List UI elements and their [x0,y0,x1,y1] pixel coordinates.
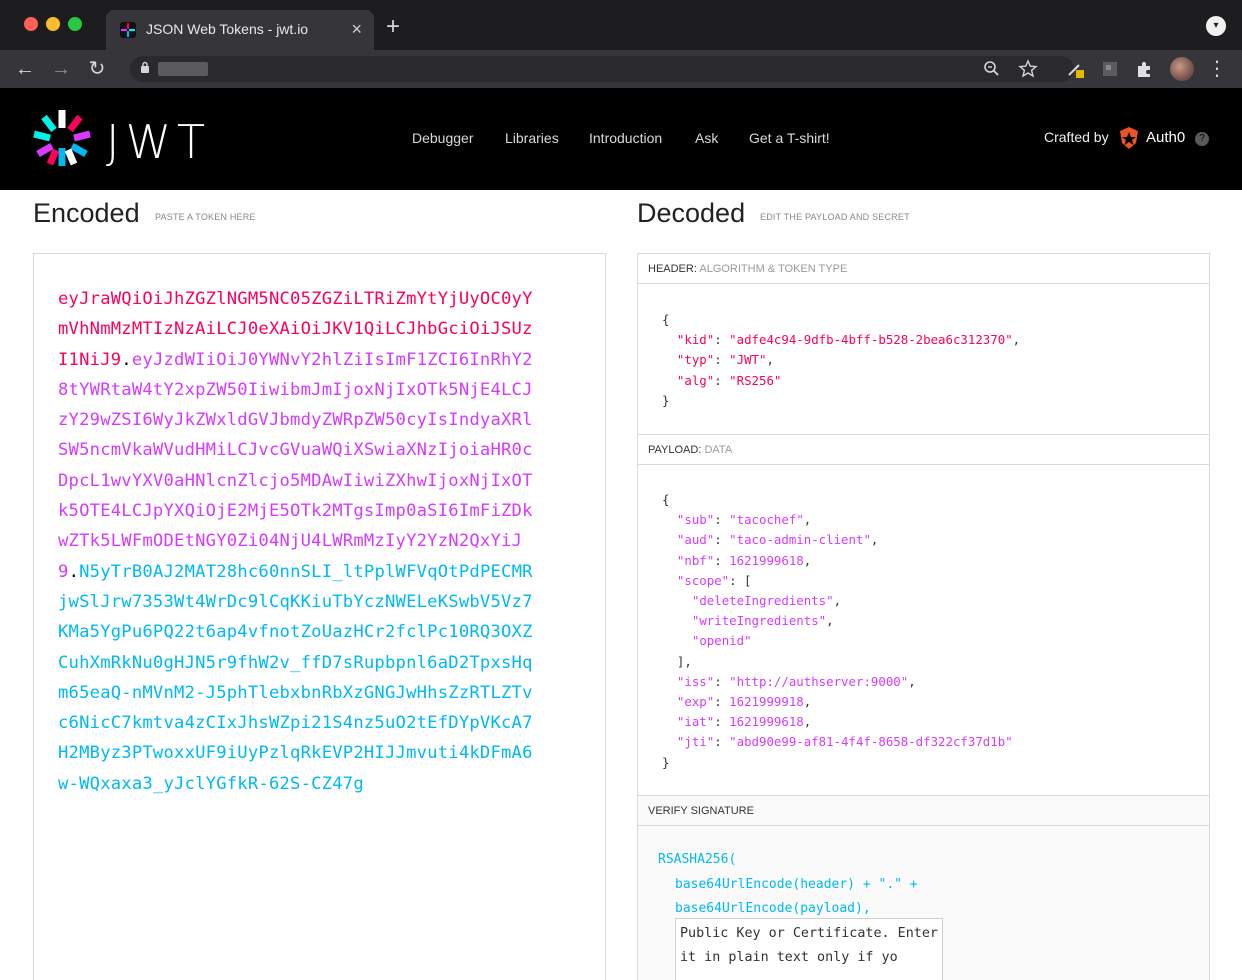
auth0-logo-icon[interactable] [1118,126,1140,150]
verify-signature-body: RSASHA256( base64UrlEncode(header) + "."… [638,826,1209,980]
browser-toolbar: ← → ↻ ⋮ [0,50,1242,88]
jwt-favicon-icon [120,22,136,38]
payload-scope-item: writeIngredients [699,613,819,629]
profile-avatar[interactable] [1170,57,1194,81]
info-icon[interactable]: ? [1195,132,1209,146]
verify-line-payload: base64UrlEncode(payload), [675,901,871,916]
token-payload-part: eyJzdWIiOiJ0YWNvY2hlZiIsImF1ZCI6InRhY28t… [58,349,533,582]
header-panel-title: HEADER: ALGORITHM & TOKEN TYPE [638,254,1209,284]
public-key-textarea[interactable]: Public Key or Certificate. Enter it in p… [675,918,943,980]
nav-libraries[interactable]: Libraries [505,130,559,146]
pen-extension-icon[interactable] [1066,59,1086,79]
decoded-subtitle: EDIT THE PAYLOAD AND SECRET [760,212,910,222]
back-button[interactable]: ← [14,58,36,80]
jwt-logo-text: JWT [106,115,212,169]
header-kid-value: adfe4c94-9dfb-4bff-b528-2bea6c312370 [736,332,1006,348]
tab-title: JSON Web Tokens - jwt.io [146,21,309,37]
verify-line-header: base64UrlEncode(header) + "." + [675,877,918,892]
encoded-token[interactable]: eyJraWQiOiJhZGZlNGM5NC05ZGZiLTRiZmYtYjUy… [58,284,538,799]
token-separator: . [68,561,80,582]
nav-debugger[interactable]: Debugger [412,130,474,146]
verify-panel-title: VERIFY SIGNATURE [638,796,1209,826]
zoom-icon[interactable] [982,59,1002,79]
header-desc: ALGORITHM & TOKEN TYPE [699,263,848,275]
extension-box-icon[interactable] [1100,59,1120,79]
browser-menu-icon[interactable]: ▾ [1206,16,1226,36]
browser-tab[interactable]: JSON Web Tokens - jwt.io × [106,10,374,50]
payload-desc: DATA [704,444,733,456]
jwt-logo-icon [33,110,91,166]
encoded-title: Encoded [33,198,140,228]
header-label: HEADER: [648,263,697,275]
verify-label: VERIFY SIGNATURE [648,805,754,817]
payload-scope-item: deleteIngredients [699,593,827,609]
token-separator: . [121,349,132,370]
payload-aud-value: taco-admin-client [736,532,864,548]
payload-json-editor[interactable]: { "sub": "tacochef", "aud": "taco-admin-… [662,490,1013,773]
crafted-by-label: Crafted by [1044,129,1109,145]
encoded-subtitle: PASTE A TOKEN HERE [155,212,256,222]
tab-close-icon[interactable]: × [351,18,362,40]
payload-scope-item: openid [699,633,745,649]
new-tab-button[interactable]: + [386,14,400,40]
auth0-label[interactable]: Auth0 [1146,129,1185,146]
address-bar[interactable] [130,56,1074,82]
payload-iat-value: 1621999618 [729,714,804,730]
encoded-token-input[interactable]: eyJraWQiOiJhZGZlNGM5NC05ZGZiLTRiZmYtYjUy… [33,253,606,980]
payload-sub-value: tacochef [736,512,797,528]
verify-function: RSASHA256( [658,852,737,867]
lock-icon [140,61,150,76]
header-json-editor[interactable]: { "kid": "adfe4c94-9dfb-4bff-b528-2bea6c… [662,310,1020,411]
extensions-puzzle-icon[interactable] [1134,59,1154,79]
payload-nbf-value: 1621999618 [729,552,804,568]
token-signature-part: N5yTrB0AJ2MAT28hc60nnSLI_ltPplWFVqOtPdPE… [58,561,533,794]
payload-panel-title: PAYLOAD: DATA [638,435,1209,465]
payload-label: PAYLOAD: [648,444,702,456]
browser-more-icon[interactable]: ⋮ [1206,58,1228,80]
forward-button[interactable]: → [50,58,72,80]
minimize-window-button[interactable] [46,17,60,31]
bookmark-star-icon[interactable] [1018,59,1038,79]
reload-button[interactable]: ↻ [86,58,108,80]
nav-ask[interactable]: Ask [695,130,718,146]
payload-iss-value: http://authserver:9000 [736,673,901,689]
payload-jti-value: abd90e99-af81-4f4f-8658-df322cf37d1b [736,734,1006,750]
browser-titlebar: JSON Web Tokens - jwt.io × + ▾ [0,0,1242,50]
nav-introduction[interactable]: Introduction [589,130,662,146]
url-redacted [158,62,208,76]
site-header: JWT Debugger Libraries Introduction Ask … [0,88,1242,190]
nav-get-tshirt[interactable]: Get a T-shirt! [749,130,830,146]
close-window-button[interactable] [24,17,38,31]
decoded-title: Decoded [637,198,746,228]
decoded-panel: HEADER: ALGORITHM & TOKEN TYPE { "kid": … [637,253,1210,980]
payload-exp-value: 1621999918 [729,694,804,710]
header-typ-value: JWT [736,352,760,368]
zoom-window-button[interactable] [68,17,82,31]
header-alg-value: RS256 [736,372,774,388]
